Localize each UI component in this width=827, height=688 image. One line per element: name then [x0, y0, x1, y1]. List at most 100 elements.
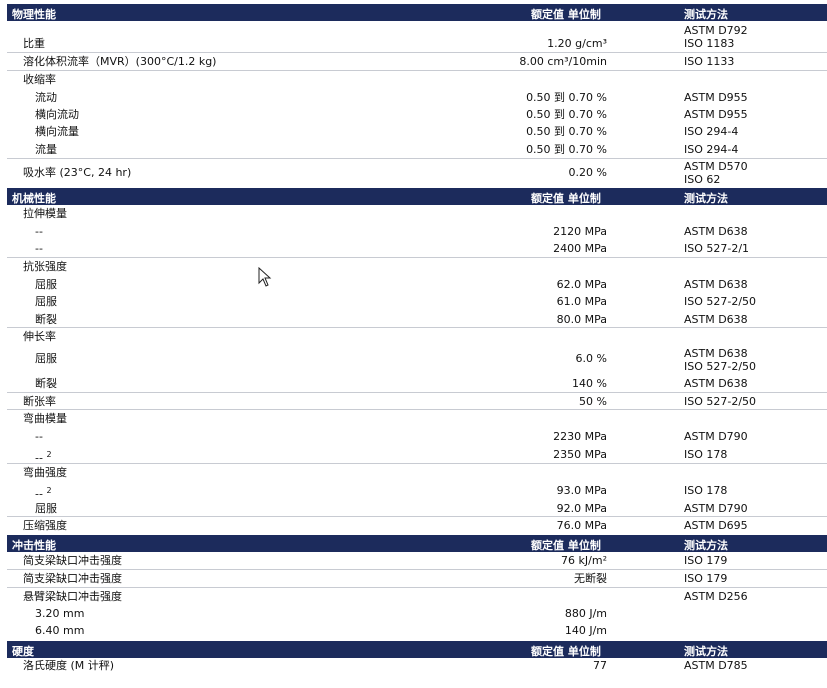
row-divider [7, 70, 827, 71]
property-label: 6.40 mm [35, 624, 85, 637]
property-value: 61.0 MPa [556, 295, 607, 308]
test-method: ISO 294-4 [684, 125, 739, 138]
column-header-test-method: 测试方法 [684, 192, 728, 205]
test-method: ISO 294-4 [684, 143, 739, 156]
column-header-value-unit: 额定值 单位制 [531, 539, 601, 552]
property-value: 76.0 MPa [556, 519, 607, 532]
property-value: 140 J/m [564, 624, 607, 637]
property-label: 屈服 [35, 295, 57, 308]
row-divider [7, 257, 827, 258]
property-value: 77 [593, 659, 607, 672]
test-method: ASTM D790 [684, 502, 748, 515]
property-label: 简支梁缺口冲击强度 [23, 554, 122, 567]
test-method: ISO 527-2/50 [684, 295, 757, 308]
test-method: ISO 179 [684, 572, 728, 585]
test-method: ISO 179 [684, 554, 728, 567]
row-divider [7, 327, 827, 328]
property-label: 悬臂梁缺口冲击强度 [23, 590, 122, 603]
section-header: 硬度 额定值 单位制 测试方法 [7, 641, 827, 658]
property-label: -- [35, 242, 43, 255]
test-method: ASTM D955 [684, 108, 748, 121]
test-method: ASTM D256 [684, 590, 748, 603]
row-divider [7, 516, 827, 517]
test-method: ISO 178 [684, 448, 728, 461]
property-label: 压缩强度 [23, 519, 67, 532]
property-label: 弯曲强度 [23, 466, 67, 479]
property-label: 屈服 [35, 278, 57, 291]
property-value: 93.0 MPa [556, 484, 607, 497]
row-divider [7, 409, 827, 410]
property-label: 流量 [35, 143, 57, 156]
property-label: 吸水率 (23°C, 24 hr) [23, 166, 132, 179]
property-label: 断裂 [35, 313, 57, 326]
section-header: 物理性能 额定值 单位制 测试方法 [7, 4, 827, 21]
row-divider [7, 52, 827, 53]
test-method: ASTM D638 [684, 278, 748, 291]
property-label: 伸长率 [23, 330, 56, 343]
test-method: ISO 1183 [684, 37, 735, 50]
property-value: 无断裂 [574, 572, 607, 585]
row-divider [7, 392, 827, 393]
test-method: ISO 527-2/1 [684, 242, 750, 255]
section-header: 冲击性能 额定值 单位制 测试方法 [7, 535, 827, 552]
property-label: -- [35, 430, 43, 443]
column-header-test-method: 测试方法 [684, 8, 728, 21]
property-value: 6.0 % [575, 352, 607, 365]
property-label: 简支梁缺口冲击强度 [23, 572, 122, 585]
property-label: 溶化体积流率（MVR）(300°C/1.2 kg) [23, 55, 217, 68]
section-title: 硬度 [12, 645, 34, 658]
property-label: 比重 [23, 37, 45, 50]
property-value: 0.20 % [568, 166, 607, 179]
property-value: 1.20 g/cm³ [547, 37, 607, 50]
column-header-value-unit: 额定值 单位制 [531, 645, 601, 658]
property-label: 屈服 [35, 352, 57, 365]
section-title: 物理性能 [12, 8, 56, 21]
property-value: 2120 MPa [553, 225, 607, 238]
property-label: 横向流量 [35, 125, 79, 138]
test-method: ISO 62 [684, 173, 721, 186]
column-header-value-unit: 额定值 单位制 [531, 192, 601, 205]
test-method: ASTM D790 [684, 430, 748, 443]
property-label: 横向流动 [35, 108, 79, 121]
property-value: 80.0 MPa [556, 313, 607, 326]
row-divider [7, 587, 827, 588]
property-value: 8.00 cm³/10min [519, 55, 607, 68]
property-label: 弯曲模量 [23, 412, 67, 425]
property-label: 流动 [35, 91, 57, 104]
test-method: ASTM D638 [684, 225, 748, 238]
property-value: 76 kJ/m² [561, 554, 607, 567]
property-label: 拉伸模量 [23, 207, 67, 220]
mouse-cursor-icon [258, 266, 272, 287]
section-title: 机械性能 [12, 192, 56, 205]
property-value: 0.50 到 0.70 % [526, 143, 607, 156]
test-method: ISO 178 [684, 484, 728, 497]
property-value: 0.50 到 0.70 % [526, 91, 607, 104]
property-label: 收缩率 [23, 73, 56, 86]
property-label: 3.20 mm [35, 607, 85, 620]
row-divider [7, 158, 827, 159]
datasheet: 物理性能 额定值 单位制 测试方法 比重 1.20 g/cm³ ASTM D792 ISO … [0, 0, 827, 688]
test-method: ASTM D638 [684, 313, 748, 326]
test-method: ISO 527-2/50 [684, 360, 757, 373]
property-value: 0.50 到 0.70 % [526, 108, 607, 121]
row-divider [7, 569, 827, 570]
property-value: 2400 MPa [553, 242, 607, 255]
property-label: 断张率 [23, 395, 56, 408]
property-value: 0.50 到 0.70 % [526, 125, 607, 138]
column-header-test-method: 测试方法 [684, 645, 728, 658]
property-label: 抗张强度 [23, 260, 67, 273]
row-divider [7, 463, 827, 464]
property-label: 屈服 [35, 502, 57, 515]
test-method: ASTM D638 [684, 347, 748, 360]
test-method: ISO 527-2/50 [684, 395, 757, 408]
footnote-marker: 2 [46, 450, 52, 459]
test-method: ASTM D792 [684, 24, 748, 37]
property-value: 92.0 MPa [556, 502, 607, 515]
property-value: 140 % [572, 377, 607, 390]
property-label: 断裂 [35, 377, 57, 390]
property-label: -- 2 [35, 486, 52, 501]
section-title: 冲击性能 [12, 539, 56, 552]
property-value: 2350 MPa [553, 448, 607, 461]
property-value: 880 J/m [564, 607, 607, 620]
property-label: -- [35, 225, 43, 238]
